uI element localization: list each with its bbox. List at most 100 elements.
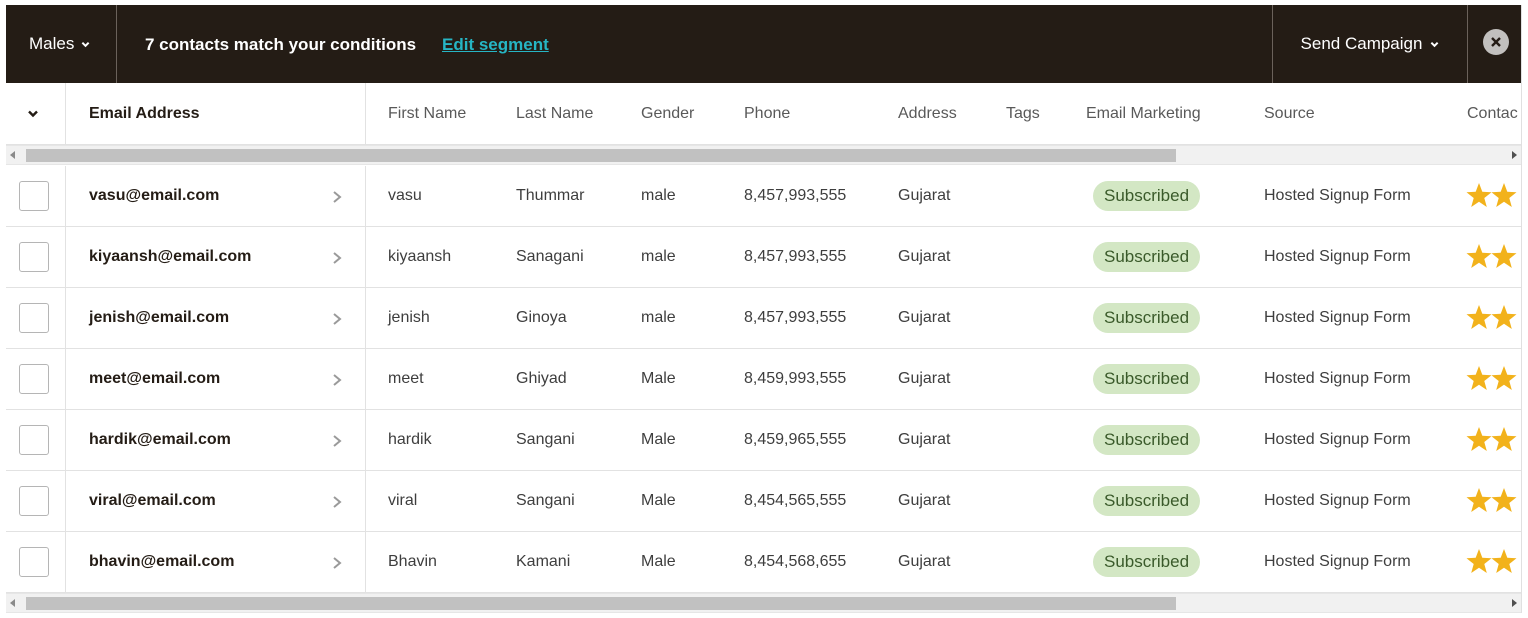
column-header-phone[interactable]: Phone bbox=[744, 83, 790, 145]
status-badge: Subscribed bbox=[1093, 547, 1201, 577]
star-icon bbox=[1466, 305, 1492, 329]
row-checkbox[interactable] bbox=[19, 486, 49, 516]
address-cell: Gujarat bbox=[898, 553, 951, 570]
close-segment-button[interactable] bbox=[1483, 29, 1509, 55]
gender-cell: Male bbox=[641, 553, 676, 570]
column-header-gender[interactable]: Gender bbox=[641, 83, 694, 145]
contact-rating-stars[interactable] bbox=[1466, 426, 1522, 454]
phone-cell: 8,454,565,555 bbox=[744, 492, 847, 509]
send-campaign-button[interactable]: Send Campaign bbox=[1272, 5, 1468, 83]
star-icon bbox=[1466, 549, 1492, 573]
phone-cell: 8,457,993,555 bbox=[744, 309, 847, 326]
row-checkbox[interactable] bbox=[19, 303, 49, 333]
table-row[interactable]: hardik@email.com hardik Sangani Male 8,4… bbox=[6, 410, 1522, 471]
row-checkbox[interactable] bbox=[19, 425, 49, 455]
status-badge: Subscribed bbox=[1093, 181, 1201, 211]
address-cell: Gujarat bbox=[898, 492, 951, 509]
star-icon bbox=[1466, 488, 1492, 512]
contact-rating-stars[interactable] bbox=[1466, 365, 1522, 393]
contact-rating-stars[interactable] bbox=[1466, 304, 1522, 332]
email-cell[interactable]: hardik@email.com bbox=[89, 410, 231, 470]
email-cell[interactable]: kiyaansh@email.com bbox=[89, 227, 251, 287]
star-icon bbox=[1466, 427, 1492, 451]
email-cell[interactable]: vasu@email.com bbox=[89, 166, 219, 226]
column-header-address[interactable]: Address bbox=[898, 83, 957, 145]
source-cell: Hosted Signup Form bbox=[1264, 248, 1411, 265]
column-divider bbox=[65, 288, 66, 349]
scroll-right-arrow[interactable] bbox=[1512, 151, 1517, 159]
star-icon bbox=[1491, 488, 1517, 512]
chevron-down-icon bbox=[28, 110, 38, 118]
chevron-right-icon[interactable] bbox=[331, 556, 343, 570]
chevron-right-icon[interactable] bbox=[331, 251, 343, 265]
gender-cell: Male bbox=[641, 431, 676, 448]
chevron-right-icon[interactable] bbox=[331, 434, 343, 448]
contacts-table-frame: Males 7 contacts match your conditions E… bbox=[6, 5, 1522, 613]
table-row[interactable]: kiyaansh@email.com kiyaansh Sanagani mal… bbox=[6, 227, 1522, 288]
column-header-email[interactable]: Email Address bbox=[89, 83, 200, 145]
source-cell: Hosted Signup Form bbox=[1264, 492, 1411, 509]
contact-rating-stars[interactable] bbox=[1466, 548, 1522, 576]
column-divider bbox=[65, 227, 66, 288]
email-cell[interactable]: bhavin@email.com bbox=[89, 532, 234, 592]
edit-segment-link[interactable]: Edit segment bbox=[442, 35, 549, 55]
chevron-right-icon[interactable] bbox=[331, 495, 343, 509]
scroll-left-arrow[interactable] bbox=[10, 151, 15, 159]
column-header-tags[interactable]: Tags bbox=[1006, 83, 1040, 145]
select-all-toggle[interactable] bbox=[27, 83, 39, 145]
column-header-last-name[interactable]: Last Name bbox=[516, 83, 593, 145]
address-cell: Gujarat bbox=[898, 248, 951, 265]
chevron-down-icon bbox=[1431, 41, 1439, 47]
email-cell[interactable]: viral@email.com bbox=[89, 471, 216, 531]
scrollbar-thumb[interactable] bbox=[26, 597, 1176, 610]
chevron-right-icon[interactable] bbox=[331, 373, 343, 387]
status-badge: Subscribed bbox=[1093, 425, 1201, 455]
star-icon bbox=[1466, 183, 1492, 207]
segment-dropdown[interactable]: Males bbox=[6, 5, 117, 83]
scrollbar-thumb[interactable] bbox=[26, 149, 1176, 162]
row-checkbox[interactable] bbox=[19, 364, 49, 394]
column-header-first-name[interactable]: First Name bbox=[388, 83, 466, 145]
column-divider bbox=[365, 410, 366, 471]
chevron-right-icon[interactable] bbox=[331, 190, 343, 204]
table-row[interactable]: meet@email.com meet Ghiyad Male 8,459,99… bbox=[6, 349, 1522, 410]
status-badge: Subscribed bbox=[1093, 364, 1201, 394]
contact-rating-stars[interactable] bbox=[1466, 182, 1522, 210]
column-divider bbox=[365, 349, 366, 410]
table-row[interactable]: bhavin@email.com Bhavin Kamani Male 8,45… bbox=[6, 532, 1522, 593]
table-row[interactable]: vasu@email.com vasu Thummar male 8,457,9… bbox=[6, 166, 1522, 227]
chevron-right-icon[interactable] bbox=[331, 312, 343, 326]
row-checkbox[interactable] bbox=[19, 242, 49, 272]
column-header-contact-rating[interactable]: Contac bbox=[1467, 83, 1518, 145]
horizontal-scrollbar-top[interactable] bbox=[6, 145, 1521, 165]
contact-rating-stars[interactable] bbox=[1466, 243, 1522, 271]
table-row[interactable]: jenish@email.com jenish Ginoya male 8,45… bbox=[6, 288, 1522, 349]
horizontal-scrollbar-bottom[interactable] bbox=[6, 593, 1521, 613]
last-name-cell: Sanagani bbox=[516, 248, 584, 265]
gender-cell: male bbox=[641, 309, 676, 326]
star-icon bbox=[1491, 366, 1517, 390]
send-campaign-label: Send Campaign bbox=[1300, 34, 1423, 53]
segment-toolbar: Males 7 contacts match your conditions E… bbox=[6, 5, 1521, 83]
row-checkbox[interactable] bbox=[19, 181, 49, 211]
email-cell[interactable]: meet@email.com bbox=[89, 349, 220, 409]
email-cell[interactable]: jenish@email.com bbox=[89, 288, 229, 348]
column-header-email-marketing[interactable]: Email Marketing bbox=[1086, 83, 1201, 145]
first-name-cell: jenish bbox=[388, 309, 430, 326]
star-icon bbox=[1491, 549, 1517, 573]
column-header-source[interactable]: Source bbox=[1264, 83, 1315, 145]
segment-label: Males bbox=[29, 34, 75, 53]
source-cell: Hosted Signup Form bbox=[1264, 187, 1411, 204]
column-divider bbox=[365, 227, 366, 288]
scroll-right-arrow[interactable] bbox=[1512, 599, 1517, 607]
phone-cell: 8,454,568,655 bbox=[744, 553, 847, 570]
contact-rating-stars[interactable] bbox=[1466, 487, 1522, 515]
table-row[interactable]: viral@email.com viral Sangani Male 8,454… bbox=[6, 471, 1522, 532]
row-checkbox[interactable] bbox=[19, 547, 49, 577]
address-cell: Gujarat bbox=[898, 187, 951, 204]
first-name-cell: kiyaansh bbox=[388, 248, 452, 265]
email-marketing-cell: Subscribed bbox=[1093, 288, 1201, 348]
scroll-left-arrow[interactable] bbox=[10, 599, 15, 607]
star-icon bbox=[1466, 366, 1492, 390]
source-cell: Hosted Signup Form bbox=[1264, 553, 1411, 570]
